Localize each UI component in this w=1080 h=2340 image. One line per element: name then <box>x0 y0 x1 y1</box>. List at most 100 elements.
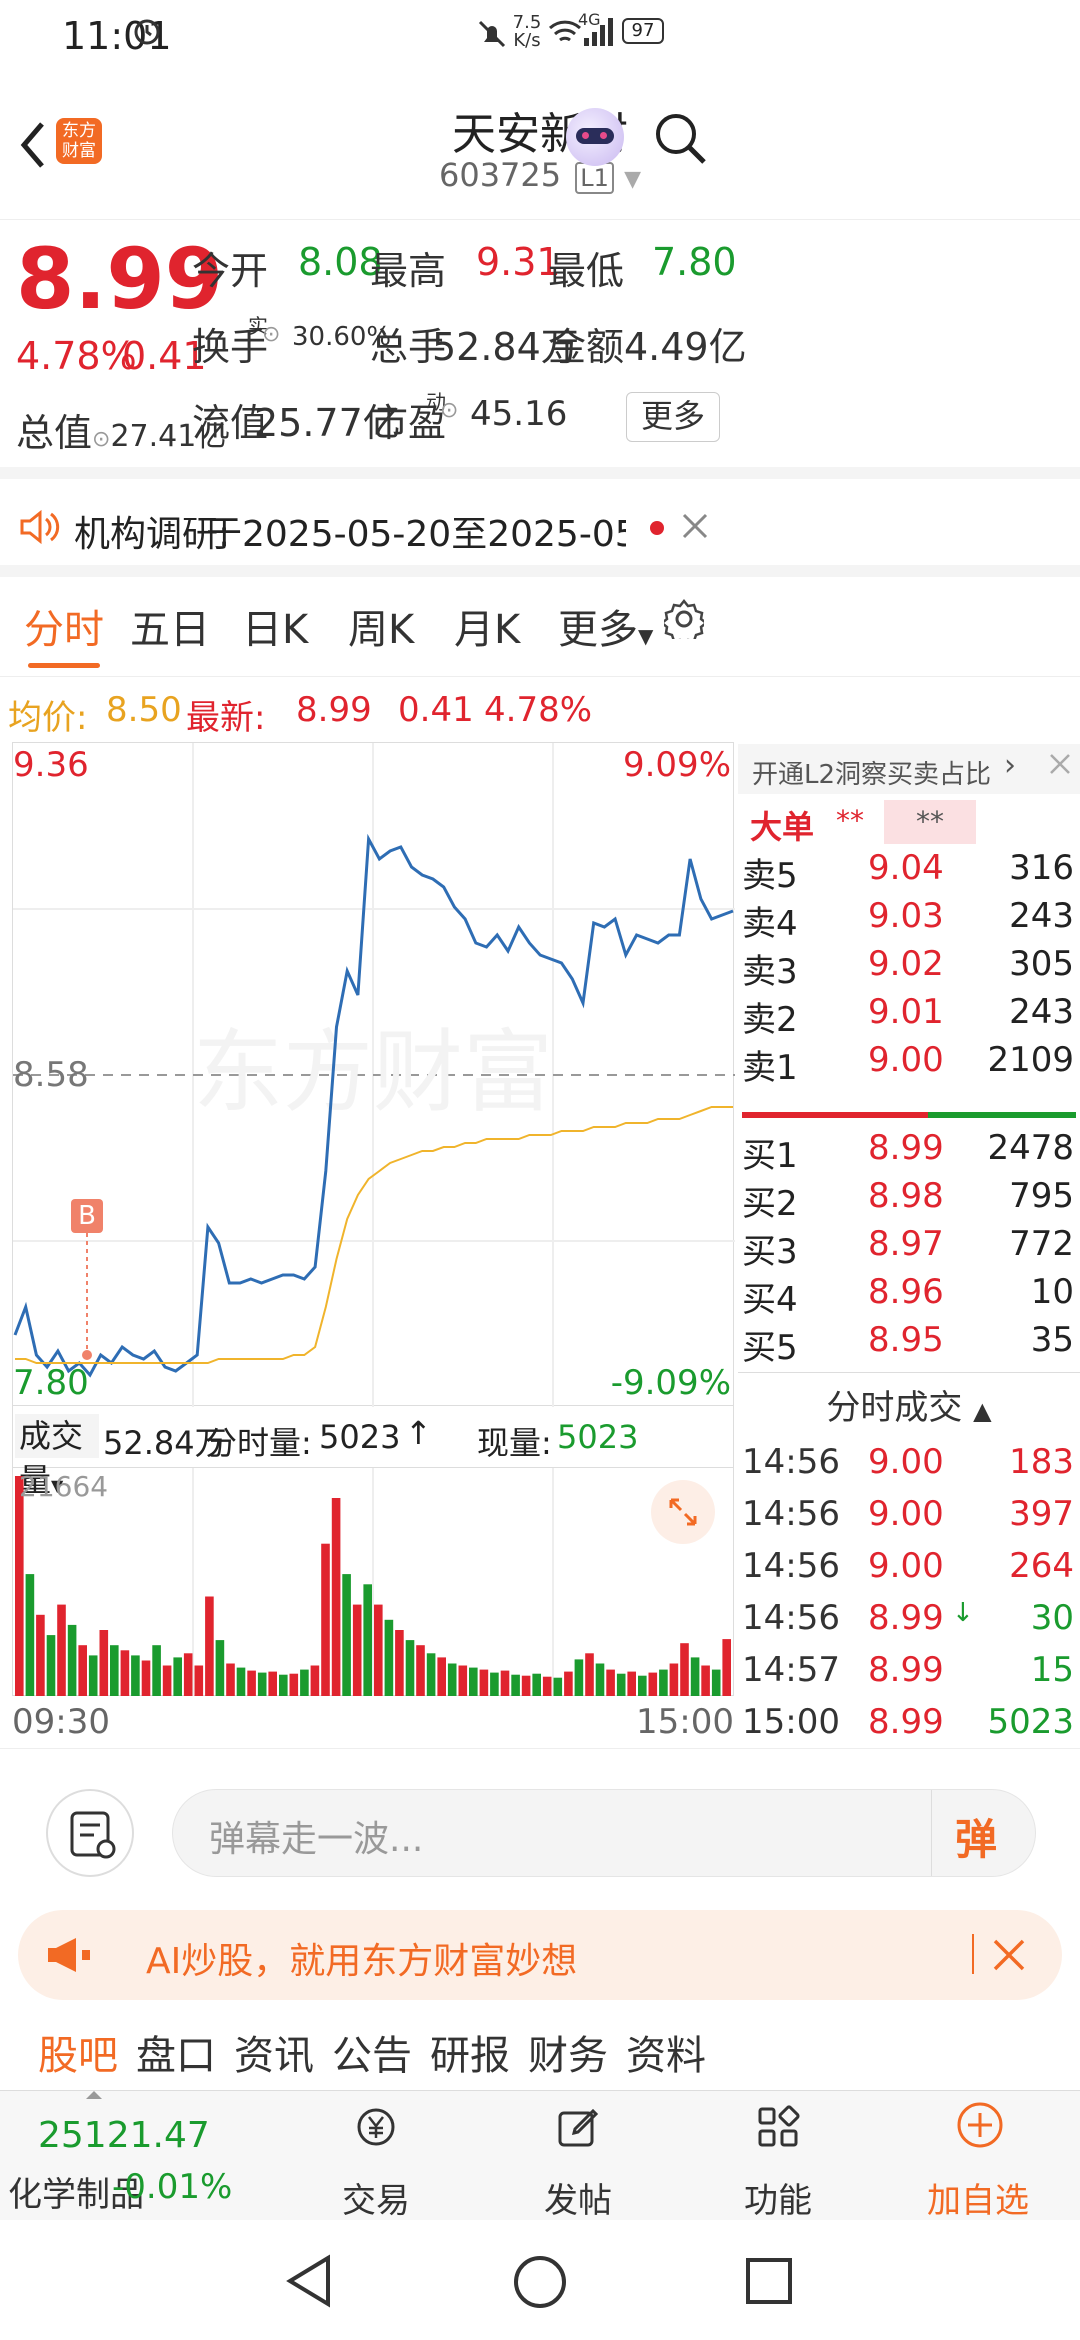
volume-plot <box>15 1468 731 1696</box>
bid-row[interactable]: 买1 8.99 2478 <box>738 1128 1080 1176</box>
tab-5day[interactable]: 五日 <box>130 597 210 655</box>
back-triangle-icon[interactable] <box>284 2254 334 2308</box>
avg-value: 8.50 <box>106 690 182 730</box>
tab-intraday[interactable]: 分时 <box>24 597 104 655</box>
ask-row[interactable]: 卖1 9.00 2109 <box>738 1040 1080 1088</box>
chevron-right-icon: › <box>1004 748 1016 783</box>
ask-row[interactable]: 卖3 9.02 305 <box>738 944 1080 992</box>
logo-text: 东方财富 <box>62 121 96 161</box>
tick-price: 9.00 <box>868 1494 944 1534</box>
volume-bar <box>437 1657 446 1696</box>
level-label: 买5 <box>742 1328 798 1368</box>
tick-price: 8.99 <box>868 1598 944 1638</box>
chevron-down-icon: ▼ <box>624 167 642 192</box>
volume-bar <box>88 1655 98 1696</box>
tick-price: 9.00 <box>868 1546 944 1586</box>
search-icon[interactable] <box>654 112 706 164</box>
ai-robot-avatar[interactable] <box>566 108 624 166</box>
ask-row[interactable]: 卖2 9.01 243 <box>738 992 1080 1040</box>
battery-level: 97 <box>631 20 655 41</box>
intraday-chart[interactable]: 东方财富 9.36 9.09% 8.58 7.80 -9.09% B <box>12 742 735 1407</box>
bid-row[interactable]: 买5 8.95 35 <box>738 1320 1080 1368</box>
danmaku-input[interactable]: 弹幕走一波... 弹 <box>172 1789 1036 1877</box>
tab-financials[interactable]: 财务 <box>528 2023 608 2081</box>
back-icon[interactable] <box>18 120 48 170</box>
volume-bar <box>606 1669 615 1696</box>
volume-bar <box>321 1543 330 1696</box>
tick-price: 9.00 <box>868 1442 944 1482</box>
level-price: 9.04 <box>868 848 944 888</box>
bid-row[interactable]: 买3 8.97 772 <box>738 1224 1080 1272</box>
nav-functions[interactable]: 功能 <box>708 2091 848 2221</box>
close-icon[interactable] <box>992 1938 1026 1972</box>
volume-bar <box>711 1669 721 1696</box>
level-price: 9.00 <box>868 1040 944 1080</box>
volume-bar <box>141 1660 151 1696</box>
volume-bar <box>36 1614 45 1696</box>
battery-icon: 97 <box>622 18 664 44</box>
info-icon[interactable]: ⊙ <box>440 398 458 423</box>
level-price: 8.98 <box>868 1176 944 1216</box>
tick-row: 14:56 9.00 183 <box>738 1442 1080 1492</box>
l2-promo[interactable]: 开通L2洞察买卖占比 › <box>738 744 1080 794</box>
ask-row[interactable]: 卖5 9.04 316 <box>738 848 1080 896</box>
nav-add-watchlist[interactable]: 加自选 <box>908 2091 1048 2221</box>
tick-qty: 397 <box>1009 1494 1074 1534</box>
volume-bar <box>99 1630 109 1696</box>
tab-more-label: 更多 <box>558 607 638 653</box>
bid-row[interactable]: 买2 8.98 795 <box>738 1176 1080 1224</box>
tab-profile[interactable]: 资料 <box>626 2023 706 2081</box>
comment-menu-button[interactable] <box>46 1789 134 1877</box>
more-button[interactable]: 更多 <box>626 392 720 442</box>
danmaku-send-button[interactable]: 弹 <box>955 1806 997 1867</box>
recents-square-icon[interactable] <box>744 2256 794 2306</box>
tab-more[interactable]: 更多▼ <box>558 597 653 655</box>
close-icon[interactable] <box>1048 752 1072 776</box>
expand-icon <box>669 1498 697 1526</box>
tab-daily-k[interactable]: 日K <box>242 597 308 655</box>
info-icon[interactable]: ⊙ <box>262 322 280 347</box>
volume-bar <box>469 1667 478 1696</box>
time-end: 15:00 <box>636 1702 734 1742</box>
fullscreen-button[interactable] <box>651 1480 715 1544</box>
big-order-sell: ** <box>884 800 976 844</box>
ticks-header[interactable]: 分时成交 ▲ <box>738 1380 1080 1429</box>
level-price: 8.95 <box>868 1320 944 1360</box>
ask-row[interactable]: 卖4 9.03 243 <box>738 896 1080 944</box>
level-qty: 305 <box>1009 944 1074 984</box>
close-icon[interactable] <box>682 513 708 539</box>
change-pct: 4.78% <box>16 334 137 378</box>
gear-icon[interactable] <box>664 599 704 639</box>
index-ticker[interactable]: 25121.47 化学制品 -0.01% <box>8 2091 232 2221</box>
ai-promo-banner[interactable]: AI炒股，就用东方财富妙想 <box>18 1910 1062 2000</box>
volume-bar <box>25 1574 35 1696</box>
tab-research[interactable]: 研报 <box>430 2023 510 2081</box>
level-label: 买1 <box>742 1136 798 1176</box>
stock-code-row[interactable]: 603725 L1 ▼ <box>290 156 790 196</box>
tab-forum[interactable]: 股吧 <box>38 2023 118 2081</box>
level-price: 8.97 <box>868 1224 944 1264</box>
home-circle-icon[interactable] <box>512 2254 568 2310</box>
chart-info-line: 均价: 8.50 最新: 8.99 0.41 4.78% <box>0 680 740 740</box>
tick-time: 14:56 <box>742 1494 840 1534</box>
volume-bar <box>131 1655 140 1696</box>
app-logo: 东方财富 <box>56 118 102 164</box>
tab-orderbook[interactable]: 盘口 <box>136 2023 216 2081</box>
volume-bar <box>638 1675 647 1696</box>
buy-marker[interactable]: B <box>71 1199 103 1233</box>
nav-trade[interactable]: 交易 <box>306 2091 446 2221</box>
bid-row[interactable]: 买4 8.96 10 <box>738 1272 1080 1320</box>
info-icon[interactable]: ⊙ <box>92 427 110 452</box>
volume-indicator-select[interactable]: 成交量▼ <box>15 1414 99 1499</box>
volume-bar <box>110 1645 119 1696</box>
volume-bar <box>173 1657 182 1696</box>
volume-chart[interactable]: 21664 <box>12 1468 734 1696</box>
tab-news[interactable]: 资讯 <box>234 2023 314 2081</box>
unread-dot <box>650 521 664 535</box>
nav-post[interactable]: 发帖 <box>508 2091 648 2221</box>
notice-bar[interactable]: 机构调研: 于2025-05-20至2025-05-23接待... <box>0 467 1080 577</box>
tab-weekly-k[interactable]: 周K <box>348 597 414 655</box>
volume-bar <box>342 1574 351 1696</box>
tab-announcements[interactable]: 公告 <box>332 2023 412 2081</box>
tab-monthly-k[interactable]: 月K <box>454 597 520 655</box>
